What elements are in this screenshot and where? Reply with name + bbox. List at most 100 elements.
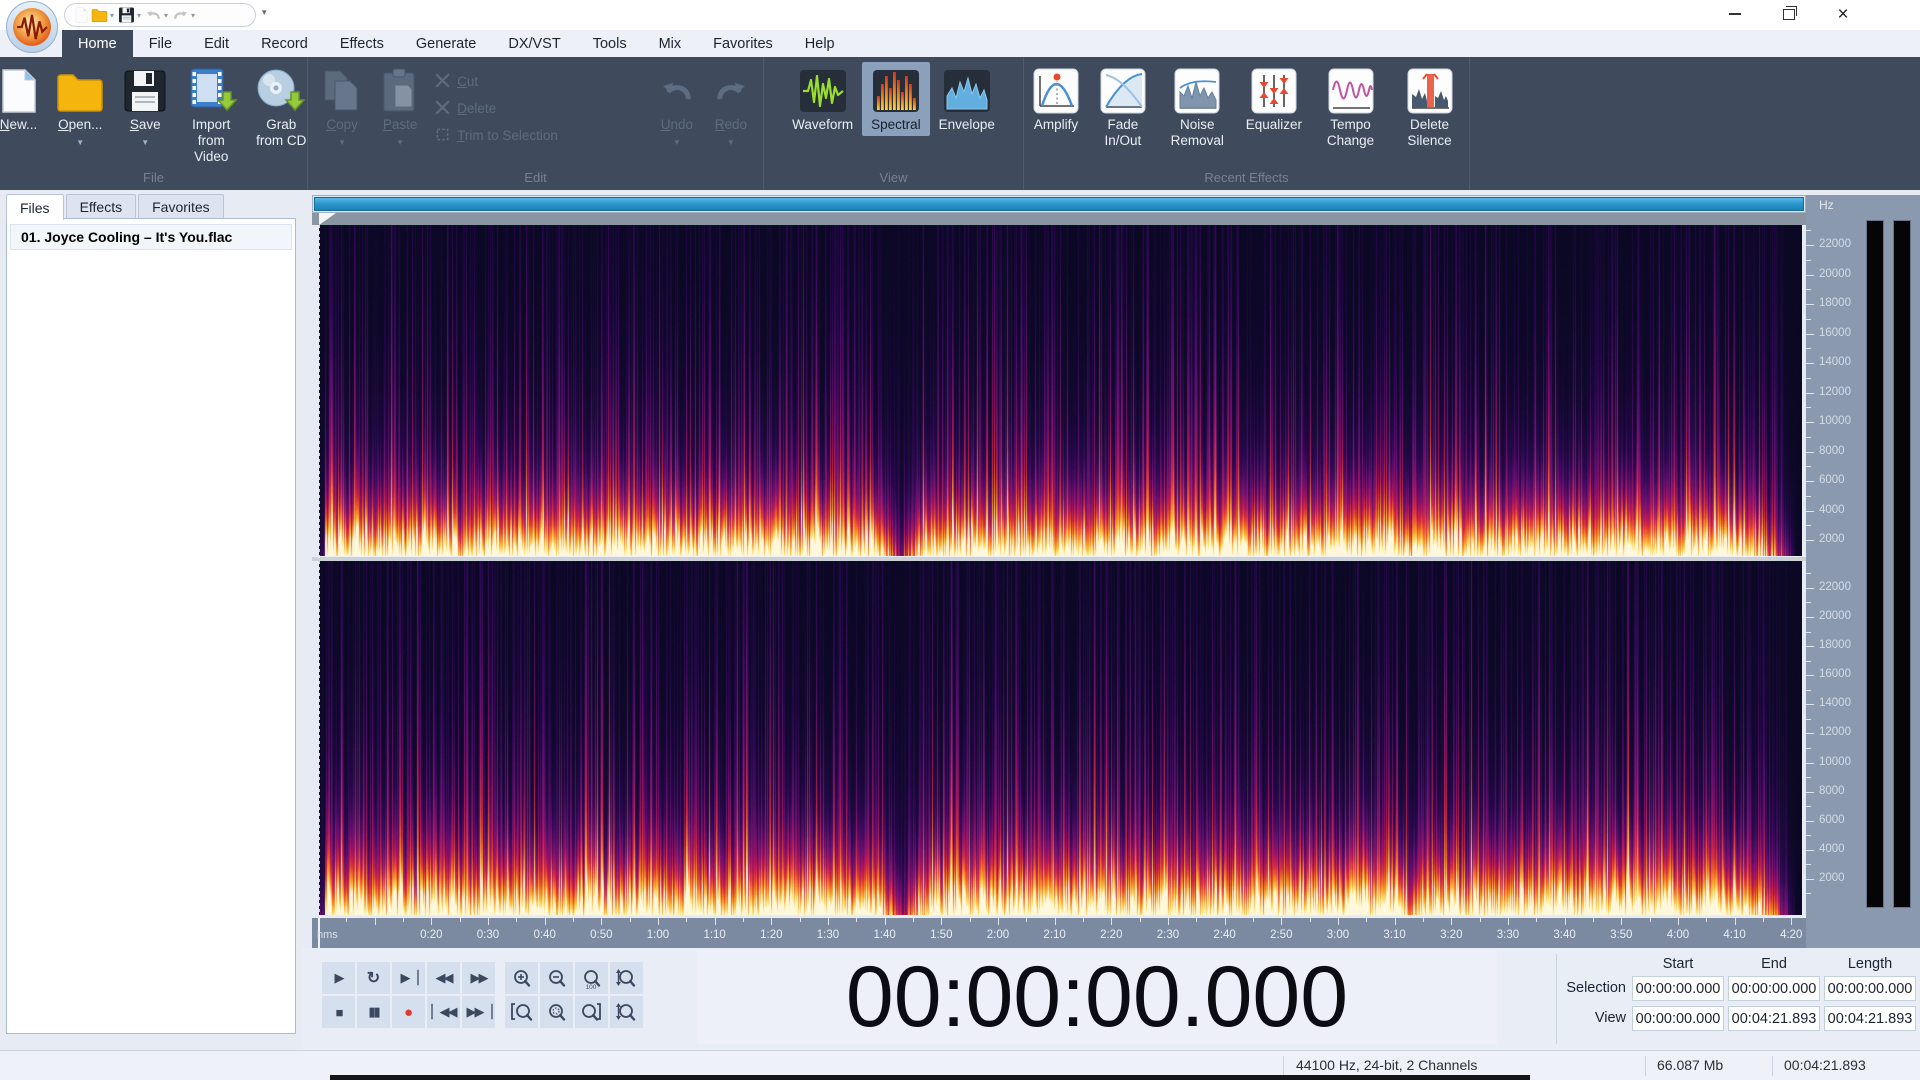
spectrogram-channel-1[interactable] [319,225,1802,556]
dropdown-caret-icon[interactable]: ▾ [191,11,195,20]
file-list-item[interactable]: 01. Joyce Cooling – It's You.flac [10,224,292,250]
ribbon-button-equalizer[interactable]: Equalizer [1237,62,1311,136]
ribbon-button-import-from-video[interactable]: Import from Video [176,62,246,168]
freq-tick-label: 6000 [1819,474,1845,486]
zoom-100-button[interactable]: 100 [575,962,608,994]
selection-start-field[interactable]: 00:00:00.000 [1632,976,1724,1001]
ribbon-button-envelope[interactable]: Envelope [930,62,1004,136]
go-to-end-button[interactable]: ▶▶▕ [462,996,495,1028]
tab-file[interactable]: File [133,30,188,57]
ribbon-button-grab-from-cd[interactable]: Grab from CD [246,62,316,152]
panel-tab-effects[interactable]: Effects [65,194,137,219]
ribbon-button-trim-to-selection[interactable]: Trim to Selection [435,122,558,149]
stop-button[interactable]: ■ [322,996,355,1028]
ribbon-button-paste[interactable]: Paste ▼ [371,62,429,154]
qat-new-document-icon[interactable] [73,7,90,23]
ribbon-button-fade-in-out[interactable]: Fade In/Out [1088,62,1158,152]
ribbon-button-label: New... [0,117,38,132]
tab-record[interactable]: Record [245,30,324,57]
panel-tab-files[interactable]: Files [6,194,64,220]
close-button[interactable]: × [1820,0,1866,28]
zoom-selection-start-button[interactable] [505,996,538,1028]
dropdown-caret-icon[interactable]: ▼ [727,135,735,151]
record-button[interactable]: ● [392,996,425,1028]
marker-bar[interactable] [312,213,1806,225]
loop-button[interactable]: ↻ [357,962,390,994]
time-tick [941,918,943,925]
ribbon-button-spectral[interactable]: Spectral [862,62,930,136]
qat-save-icon[interactable] [118,7,135,23]
zoom-in-button[interactable] [505,962,538,994]
freq-tick-label: 2000 [1819,871,1845,884]
time-tick [827,918,829,925]
ribbon-button-open[interactable]: Open... ▼ [46,62,114,154]
dropdown-caret-icon[interactable]: ▾ [164,11,168,20]
zoom-selection-button[interactable] [540,996,573,1028]
tab-generate[interactable]: Generate [400,30,492,57]
qat-open-folder-icon[interactable] [91,7,108,23]
rewind-button[interactable]: ◀◀ [427,962,460,994]
tab-help[interactable]: Help [789,30,851,57]
ribbon-button-delete[interactable]: Delete [435,95,558,122]
freq-tick-label: 10000 [1819,755,1851,768]
selection-end-field[interactable]: 00:00:00.000 [1728,976,1820,1001]
ribbon-button-label: Redo [714,117,748,132]
tab-dx-vst[interactable]: DX/VST [492,30,576,57]
time-tick [572,918,574,922]
dropdown-caret-icon[interactable]: ▼ [76,135,84,151]
tab-home[interactable]: Home [62,30,133,57]
tab-edit[interactable]: Edit [188,30,245,57]
panel-tab-favorites[interactable]: Favorites [138,194,224,219]
scrollbar-thumb[interactable] [314,197,1804,211]
ribbon-group-label: Recent Effects [1204,170,1289,185]
zoom-vertical-out-button[interactable] [610,996,643,1028]
file-list[interactable]: 01. Joyce Cooling – It's You.flac [6,218,296,1034]
zoom-selection-end-button[interactable] [575,996,608,1028]
ribbon-button-new[interactable]: New... [0,62,46,136]
quick-access-customize-icon[interactable]: ▾ [262,7,267,18]
ribbon-button-redo[interactable]: Redo ▼ [704,62,758,154]
view-end-field[interactable]: 00:04:21.893 [1728,1006,1820,1031]
view-length-field[interactable]: 00:04:21.893 [1824,1006,1916,1031]
pause-button[interactable]: ▮▮ [357,996,390,1028]
ribbon-button-undo[interactable]: Undo ▼ [650,62,704,154]
qat-undo-icon[interactable] [145,7,162,23]
view-start-field[interactable]: 00:00:00.000 [1632,1006,1724,1031]
ribbon-button-label: Trim to Selection [457,128,558,143]
ribbon-button-cut[interactable]: Cut [435,68,558,95]
app-logo-icon[interactable] [6,1,58,53]
ribbon-button-delete-silence[interactable]: Delete Silence [1390,62,1469,152]
play-button[interactable]: ▶ [322,962,355,994]
play-to-end-button[interactable]: ▶▕ [392,962,425,994]
playhead-flag-icon[interactable] [319,213,336,225]
selection-length-field[interactable]: 00:00:00.000 [1824,976,1916,1001]
minimize-button[interactable] [1712,0,1758,28]
tab-mix[interactable]: Mix [643,30,698,57]
horizontal-scrollbar[interactable] [312,195,1806,213]
dropdown-caret-icon[interactable]: ▾ [137,11,141,20]
ribbon-button-save[interactable]: Save ▼ [114,62,176,154]
maximize-button[interactable] [1766,0,1812,28]
dropdown-caret-icon[interactable]: ▼ [141,135,149,151]
qat-redo-icon[interactable] [172,7,189,23]
zoom-out-button[interactable] [540,962,573,994]
ribbon-group-recent-effects: Amplify Fade In/Out Noise Removal Equalizer… [1024,57,1470,190]
dropdown-caret-icon[interactable]: ▼ [396,135,404,151]
time-ruler[interactable]: hms 0:20 0:30 0:40 0:50 1:00 1:10 1:20 1:30 1:40… [312,918,1806,948]
ribbon-button-copy[interactable]: Copy ▼ [313,62,371,154]
waveform-icon [799,65,846,117]
dropdown-caret-icon[interactable]: ▼ [673,135,681,151]
ribbon-button-tempo-change[interactable]: Tempo Change [1311,62,1390,152]
dropdown-caret-icon[interactable]: ▾ [110,11,114,20]
tab-tools[interactable]: Tools [577,30,643,57]
tab-favorites[interactable]: Favorites [697,30,789,57]
ribbon-button-noise-removal[interactable]: Noise Removal [1158,62,1237,152]
spectrogram-channel-2[interactable] [319,561,1802,915]
dropdown-caret-icon[interactable]: ▼ [338,135,346,151]
fast-forward-button[interactable]: ▶▶ [462,962,495,994]
zoom-vertical-in-button[interactable] [610,962,643,994]
ribbon-button-waveform[interactable]: Waveform [783,62,862,136]
ribbon-button-amplify[interactable]: Amplify [1024,62,1088,136]
go-to-start-button[interactable]: ▏◀◀ [427,996,460,1028]
tab-effects[interactable]: Effects [324,30,400,57]
